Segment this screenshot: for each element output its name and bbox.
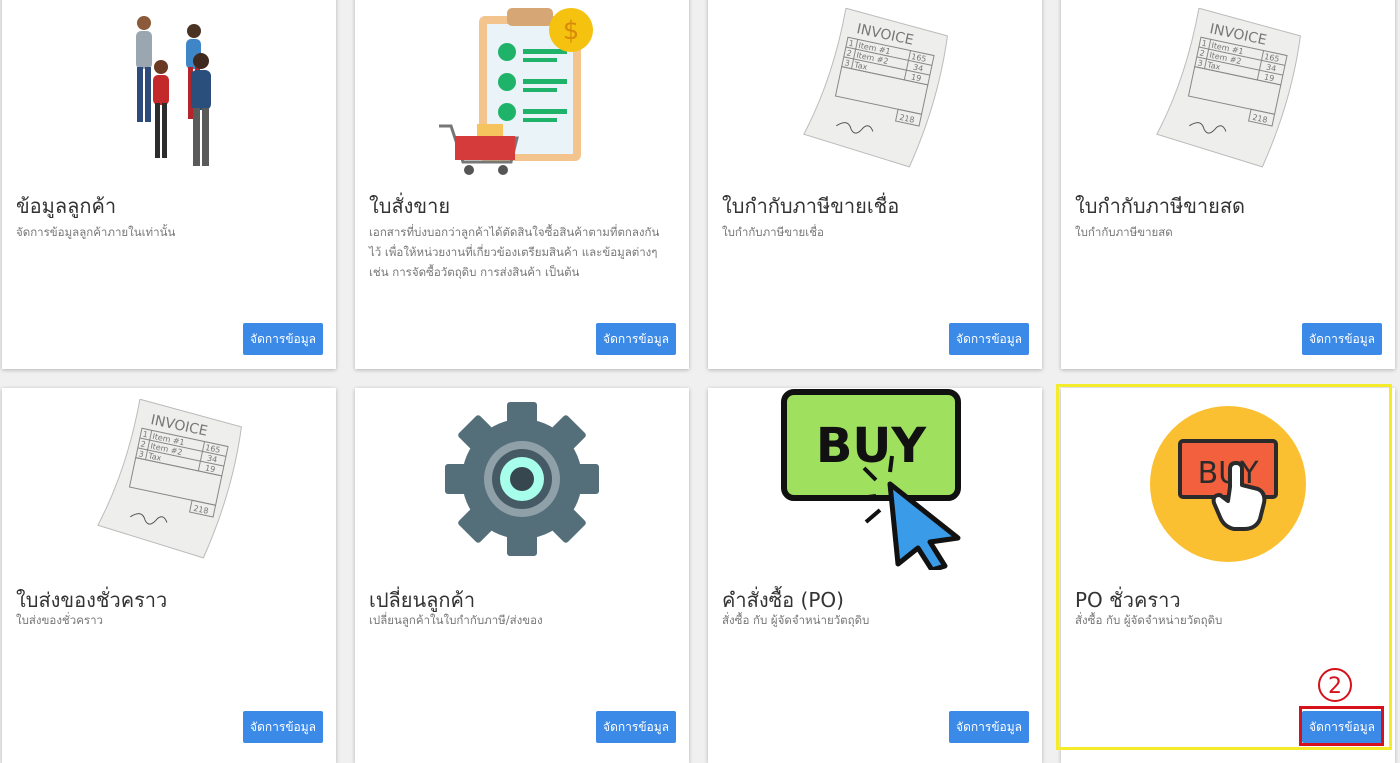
card-customer-data: ข้อมูลลูกค้า จัดการข้อมูลลูกค้าภายในเท่า… xyxy=(2,0,336,369)
card-description: สั่งซื้อ กับ ผู้จัดจำหน่ายวัตถุดิบ xyxy=(722,613,870,627)
card-description: จัดการข้อมูลลูกค้าภายในเท่านั้น xyxy=(16,225,176,239)
invoice-icon: INVOICE 1 Item #1 165 2 Item #2 34 3 Tax… xyxy=(708,0,1042,176)
step-number-badge: 2 xyxy=(1318,668,1352,702)
manage-data-button[interactable]: จัดการข้อมูล xyxy=(1302,711,1382,743)
card-sales-order: $ ใบสั่งขาย เอกสารที่บ่งบอกว่าลูกค้าได้ต… xyxy=(355,0,689,369)
card-description: สั่งซื้อ กับ ผู้จัดจำหน่ายวัตถุดิบ xyxy=(1075,613,1223,627)
manage-data-button[interactable]: จัดการข้อมูล xyxy=(243,711,323,743)
buy-button-icon: BUY xyxy=(708,388,1042,570)
card-title: ข้อมูลลูกค้า xyxy=(16,194,117,218)
manage-data-button[interactable]: จัดการข้อมูล xyxy=(596,711,676,743)
svg-text:$: $ xyxy=(563,16,580,46)
card-title: ใบสั่งขาย xyxy=(369,194,451,218)
card-purchase-order: BUY คำสั่งซื้อ (PO) สั่งซื้อ กับ ผู้จัดจ… xyxy=(708,388,1042,763)
card-title: ใบกำกับภาษีขายเชื่อ xyxy=(722,194,900,218)
manage-data-button[interactable]: จัดการข้อมูล xyxy=(949,323,1029,355)
invoice-icon: INVOICE 1 Item #1 165 2 Item #2 34 3 Tax… xyxy=(1061,0,1395,176)
card-cash-tax-invoice: INVOICE 1 Item #1 165 2 Item #2 34 3 Tax… xyxy=(1061,0,1395,369)
manage-data-button[interactable]: จัดการข้อมูล xyxy=(949,711,1029,743)
card-description: เปลี่ยนลูกค้าในใบกำกับภาษี/ส่งของ xyxy=(369,613,543,627)
card-change-customer: เปลี่ยนลูกค้า เปลี่ยนลูกค้าในใบกำกับภาษี… xyxy=(355,388,689,763)
people-illustration xyxy=(2,0,336,176)
card-temporary-po: BUY PO ชั่วคราว สั่งซื้อ กับ ผู้จัดจำหน่… xyxy=(1061,388,1395,763)
manage-data-button[interactable]: จัดการข้อมูล xyxy=(596,323,676,355)
invoice-icon: INVOICE 1 Item #1 165 2 Item #2 34 3 Tax… xyxy=(2,388,336,570)
manage-data-button[interactable]: จัดการข้อมูล xyxy=(1302,323,1382,355)
buy-circle-icon: BUY xyxy=(1061,388,1395,570)
manage-data-button[interactable]: จัดการข้อมูล xyxy=(243,323,323,355)
card-title: ใบกำกับภาษีขายสด xyxy=(1075,194,1246,218)
clipboard-cart-icon: $ xyxy=(355,0,689,176)
card-credit-tax-invoice: INVOICE 1 Item #1 165 2 Item #2 34 3 Tax… xyxy=(708,0,1042,369)
card-description: เอกสารที่บ่งบอกว่าลูกค้าได้ตัดสินใจซื้อส… xyxy=(369,225,660,279)
card-temporary-delivery: INVOICE 1 Item #1 165 2 Item #2 34 3 Tax… xyxy=(2,388,336,763)
gear-icon xyxy=(355,388,689,570)
card-description: ใบส่งของชั่วคราว xyxy=(16,613,103,627)
card-description: ใบกำกับภาษีขายเชื่อ xyxy=(722,225,824,239)
buy-label: BUY xyxy=(816,418,928,474)
card-description: ใบกำกับภาษีขายสด xyxy=(1075,225,1173,239)
